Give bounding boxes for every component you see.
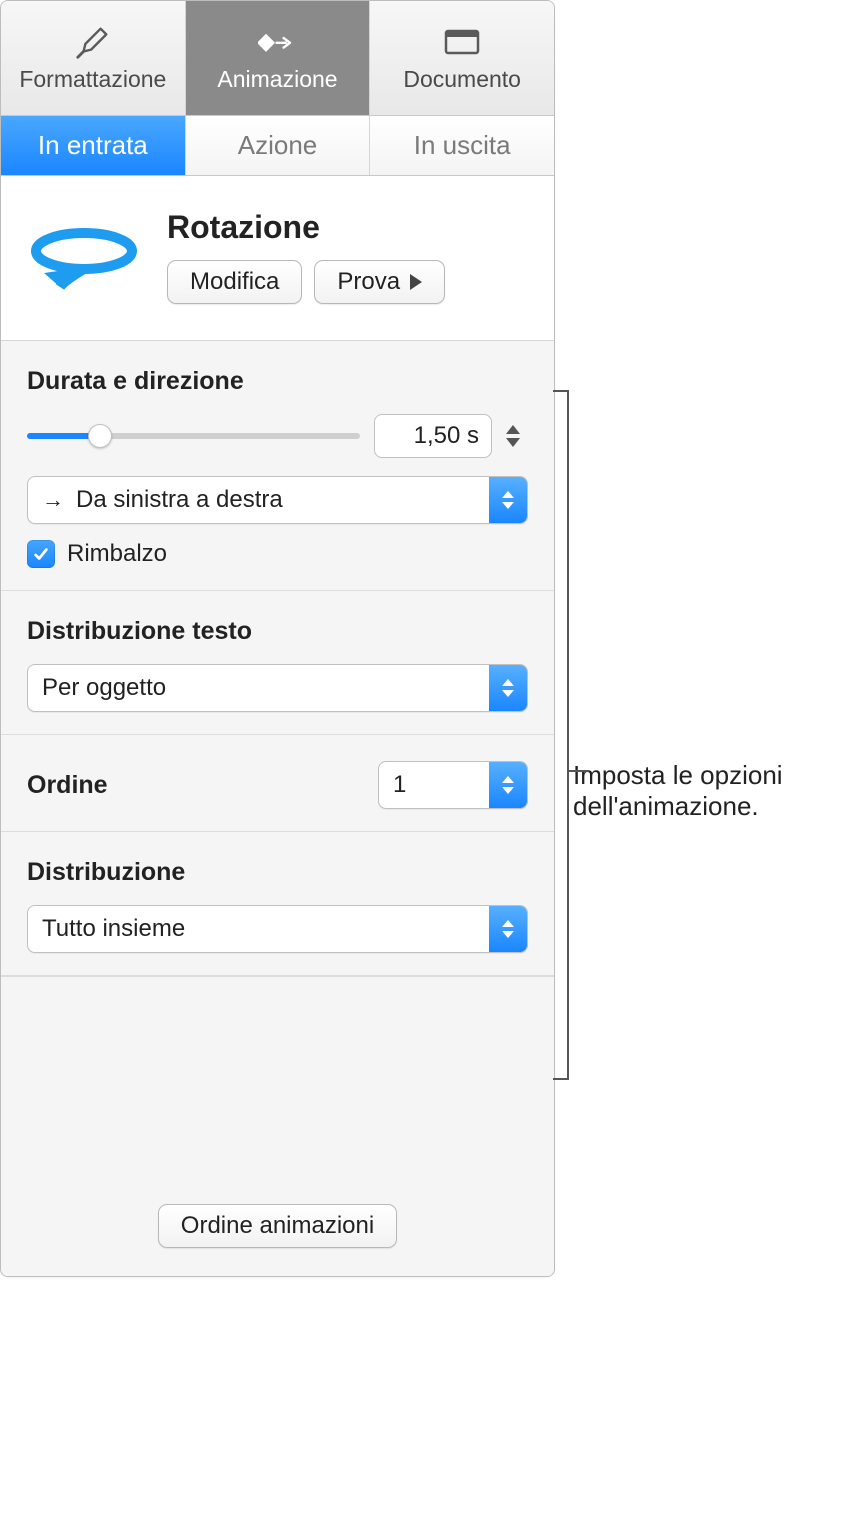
toolbar-format-label: Formattazione	[19, 66, 166, 93]
text-delivery-popup[interactable]: Per oggetto	[27, 664, 528, 712]
duration-label: Durata e direzione	[27, 367, 528, 396]
duration-section: Durata e direzione 1,50 s → Da sinistra a…	[1, 341, 554, 591]
animation-tabs: In entrata Azione In uscita	[1, 116, 554, 176]
toolbar-document-label: Documento	[403, 66, 521, 93]
duration-stepper[interactable]	[506, 414, 528, 458]
text-delivery-label: Distribuzione testo	[27, 617, 528, 646]
preview-button-label: Prova	[337, 268, 400, 296]
toolbar-format[interactable]: Formattazione	[1, 1, 186, 115]
delivery-value: Tutto insieme	[42, 915, 185, 943]
build-order-button[interactable]: Ordine animazioni	[158, 1204, 397, 1248]
duration-slider[interactable]	[27, 421, 360, 451]
panel-footer: Ordine animazioni	[1, 976, 554, 1276]
effect-header: Rotazione Modifica Prova	[1, 176, 554, 341]
direction-popup[interactable]: → Da sinistra a destra	[27, 476, 528, 524]
text-delivery-value: Per oggetto	[42, 674, 166, 702]
checkmark-icon	[32, 545, 50, 563]
arrow-right-icon: →	[42, 487, 64, 513]
toolbar-animate-label: Animazione	[217, 66, 337, 93]
order-label: Ordine	[27, 771, 108, 800]
rotation-icon	[19, 206, 149, 306]
bounce-label: Rimbalzo	[67, 540, 167, 568]
duration-field[interactable]: 1,50 s	[374, 414, 492, 458]
toolbar-document[interactable]: Documento	[370, 1, 554, 115]
direction-value: Da sinistra a destra	[76, 486, 283, 514]
bounce-checkbox[interactable]	[27, 540, 55, 568]
delivery-section: Distribuzione Tutto insieme	[1, 832, 554, 976]
delivery-popup[interactable]: Tutto insieme	[27, 905, 528, 953]
chevron-down-icon	[506, 438, 520, 447]
order-popup[interactable]: 1	[378, 761, 528, 809]
tab-build-in[interactable]: In entrata	[1, 116, 186, 175]
popup-chevrons-icon	[489, 665, 527, 711]
animate-icon	[258, 24, 298, 60]
preview-button[interactable]: Prova	[314, 260, 445, 304]
tab-action[interactable]: Azione	[186, 116, 371, 175]
inspector-panel: Formattazione Animazione Documento In en…	[0, 0, 555, 1277]
modify-button-label: Modifica	[190, 268, 279, 296]
play-icon	[410, 274, 422, 290]
build-order-label: Ordine animazioni	[181, 1212, 374, 1240]
document-icon	[442, 24, 482, 60]
text-delivery-section: Distribuzione testo Per oggetto	[1, 591, 554, 735]
modify-button[interactable]: Modifica	[167, 260, 302, 304]
duration-value: 1,50 s	[414, 422, 479, 450]
tab-build-out[interactable]: In uscita	[370, 116, 554, 175]
popup-chevrons-icon	[489, 906, 527, 952]
delivery-label: Distribuzione	[27, 858, 528, 887]
popup-chevrons-icon	[489, 477, 527, 523]
inspector-toolbar: Formattazione Animazione Documento	[1, 1, 554, 116]
options-body: Durata e direzione 1,50 s → Da sinistra a…	[1, 341, 554, 1276]
popup-chevrons-icon	[489, 762, 527, 808]
brush-icon	[73, 24, 113, 60]
callout-annotation: Imposta le opzioni dell'animazione.	[573, 0, 853, 822]
callout-text: Imposta le opzioni dell'animazione.	[573, 760, 783, 821]
effect-title: Rotazione	[167, 209, 528, 246]
chevron-up-icon	[506, 425, 520, 434]
order-section: Ordine 1	[1, 735, 554, 832]
order-value: 1	[393, 771, 406, 799]
toolbar-animate[interactable]: Animazione	[186, 1, 371, 115]
